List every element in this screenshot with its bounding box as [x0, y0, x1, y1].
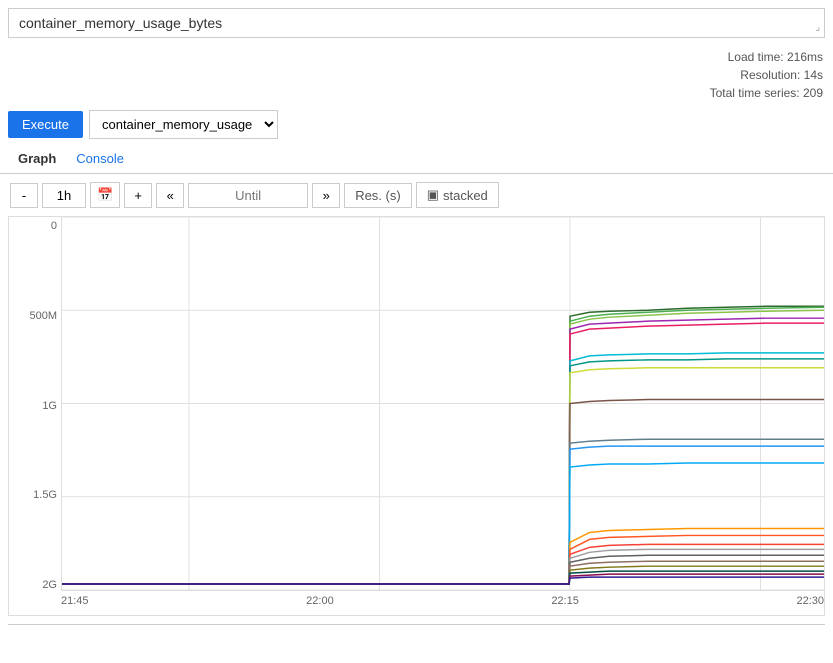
stacked-label: stacked: [443, 188, 488, 203]
execute-button[interactable]: Execute: [8, 111, 83, 138]
bottom-border: [8, 624, 825, 628]
time-back-button[interactable]: «: [156, 183, 184, 208]
y-label-500m: 500M: [13, 311, 57, 322]
stacked-icon: ▣: [427, 187, 439, 203]
time-forward-button[interactable]: »: [312, 183, 340, 208]
y-axis: 2G 1.5G 1G 500M 0: [9, 217, 61, 591]
y-label-2g: 2G: [13, 580, 57, 591]
resolution: Resolution: 14s: [10, 66, 823, 84]
x-label-2230: 22:30: [796, 595, 824, 607]
y-label-1-5g: 1.5G: [13, 490, 57, 501]
toolbar: Execute container_memory_usage: [0, 104, 833, 145]
until-input[interactable]: [188, 183, 308, 208]
duration-plus-button[interactable]: +: [124, 183, 152, 208]
duration-input[interactable]: [42, 183, 86, 208]
controls-bar: - 📅 + « » Res. (s) ▣ stacked: [0, 174, 833, 216]
chart-inner: [61, 217, 824, 591]
x-axis: 21:45 22:00 22:15 22:30: [61, 591, 824, 615]
y-label-1g: 1G: [13, 401, 57, 412]
query-bar[interactable]: container_memory_usage_bytes ⌟: [8, 8, 825, 38]
load-time: Load time: 216ms: [10, 48, 823, 66]
y-label-0: 0: [13, 221, 57, 232]
x-label-2200: 22:00: [306, 595, 334, 607]
metric-select[interactable]: container_memory_usage: [89, 110, 278, 139]
stacked-button[interactable]: ▣ stacked: [416, 182, 499, 208]
graph-area: 2G 1.5G 1G 500M 0: [8, 216, 825, 616]
resize-handle: ⌟: [815, 22, 820, 33]
duration-minus-button[interactable]: -: [10, 183, 38, 208]
tab-graph[interactable]: Graph: [8, 145, 66, 174]
x-label-2215: 22:15: [551, 595, 579, 607]
calendar-button[interactable]: 📅: [90, 182, 120, 208]
tab-console[interactable]: Console: [66, 145, 134, 174]
query-text: container_memory_usage_bytes: [19, 15, 222, 31]
resolution-button[interactable]: Res. (s): [344, 183, 412, 208]
total-series: Total time series: 209: [10, 84, 823, 102]
tabs: Graph Console: [0, 145, 833, 174]
x-label-2145: 21:45: [61, 595, 89, 607]
info-panel: Load time: 216ms Resolution: 14s Total t…: [0, 46, 833, 104]
chart-svg: [62, 217, 824, 590]
